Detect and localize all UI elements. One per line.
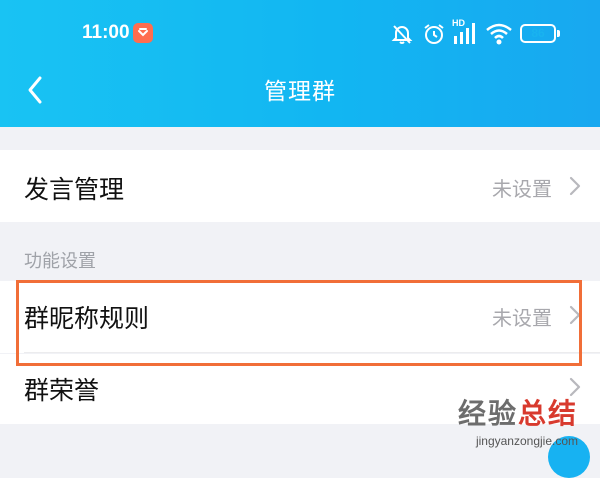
speech-management-row[interactable]: 发言管理 未设置 (0, 150, 600, 222)
speech-management-label: 发言管理 (24, 176, 125, 204)
group-nickname-rules-row[interactable]: 群昵称规则 未设置 (0, 281, 600, 353)
group-honor-label: 群荣誉 (24, 377, 100, 405)
section-title-features: 功能设置 (24, 251, 96, 271)
app-header: 11:00 HD 86 管理群 (0, 0, 600, 127)
battery-level: 86 (531, 26, 545, 40)
watermark-title-right: 总结 (517, 398, 578, 429)
group-nickname-rules-value: 未设置 (492, 308, 552, 330)
battery-icon: 86 (520, 24, 556, 43)
chevron-right-icon (569, 176, 581, 196)
alarm-icon (422, 22, 446, 50)
watermark-url: jingyanzongjie.com (475, 434, 578, 448)
speech-management-value: 未设置 (492, 179, 552, 201)
notification-app-icon (133, 23, 153, 43)
watermark: 经验总结 jingyanzongjie.com (458, 392, 578, 448)
mute-icon (390, 22, 414, 50)
wifi-icon (485, 22, 513, 50)
row-divider (24, 352, 600, 353)
nav-bar: 管理群 (0, 62, 600, 122)
status-bar: 11:00 HD 86 (0, 0, 600, 62)
chevron-right-icon (569, 305, 581, 325)
battery-cap (557, 30, 560, 37)
watermark-title: 经验总结 (458, 392, 578, 432)
page-title: 管理群 (264, 78, 336, 104)
group-nickname-rules-label: 群昵称规则 (24, 305, 150, 333)
status-time: 11:00 (82, 22, 130, 43)
watermark-title-left: 经验 (457, 398, 518, 429)
